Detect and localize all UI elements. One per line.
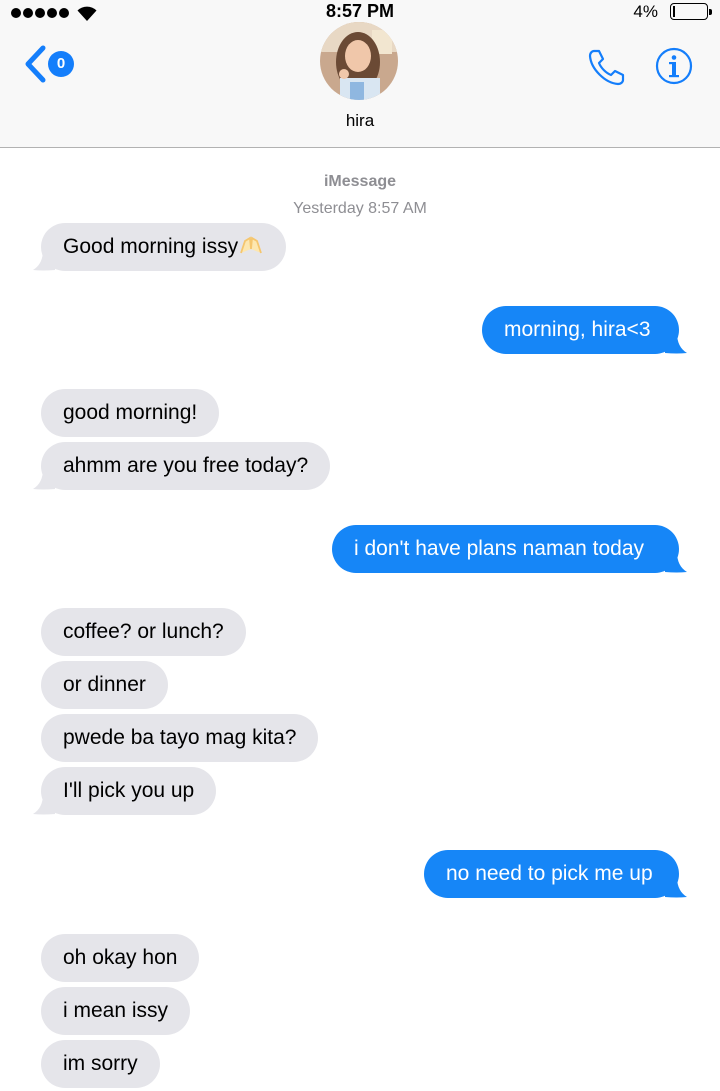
service-label: iMessage xyxy=(323,173,397,190)
message-text: coffee? or lunch? xyxy=(63,620,224,643)
message-bubble-incoming[interactable]: pwede ba tayo mag kita? xyxy=(41,714,319,762)
message-bubble-incoming[interactable]: good morning! xyxy=(41,389,220,437)
message-text: Good morning issy xyxy=(63,235,239,258)
chevron-left-icon xyxy=(25,45,46,83)
folded-hands-emoji-icon xyxy=(240,236,262,254)
message-bubble-incoming[interactable]: I'll pick you up xyxy=(41,767,217,815)
message-text: i don't have plans naman today xyxy=(354,537,645,560)
message-text: no need to pick me up xyxy=(446,862,653,885)
status-time: 8:57 PM xyxy=(325,1,395,21)
message-bubble-incoming[interactable]: ahmm are you free today? xyxy=(41,442,331,490)
phone-icon xyxy=(588,49,625,86)
call-button[interactable] xyxy=(585,45,629,89)
message-text: ahmm are you free today? xyxy=(63,454,309,477)
bubble-tail xyxy=(665,552,687,573)
message-text: im sorry xyxy=(63,1052,138,1075)
battery-percentage: 4% xyxy=(633,2,658,21)
navigation-header: 8:57 PM 4% 0 hira xyxy=(0,0,720,148)
contact-avatar[interactable] xyxy=(320,22,398,100)
bubble-tail xyxy=(33,794,55,815)
message-bubble-incoming[interactable]: i mean issy xyxy=(41,987,191,1035)
unread-count-badge: 0 xyxy=(48,51,74,77)
message-text: I'll pick you up xyxy=(63,779,195,802)
info-icon xyxy=(655,47,693,85)
message-text: i mean issy xyxy=(63,999,169,1022)
message-text: pwede ba tayo mag kita? xyxy=(63,726,297,749)
bubble-tail xyxy=(665,333,687,354)
info-button[interactable] xyxy=(654,46,694,86)
message-text: morning, hira<3 xyxy=(504,318,651,341)
message-text: oh okay hon xyxy=(63,946,178,969)
message-bubble-outgoing[interactable]: morning, hira<3 xyxy=(482,306,679,354)
avatar-image xyxy=(320,22,398,100)
message-bubble-incoming[interactable]: im sorry xyxy=(41,1040,160,1088)
message-text: good morning! xyxy=(63,401,198,424)
message-bubble-outgoing[interactable]: no need to pick me up xyxy=(424,850,679,898)
message-bubble-outgoing[interactable]: i don't have plans naman today xyxy=(332,525,679,573)
message-bubble-incoming[interactable]: or dinner xyxy=(41,661,168,709)
contact-name[interactable]: hira xyxy=(0,111,720,131)
battery-icon xyxy=(670,3,712,20)
message-timestamp: Yesterday 8:57 AM xyxy=(293,200,427,217)
message-bubble-incoming[interactable]: coffee? or lunch? xyxy=(41,608,246,656)
message-bubble-incoming[interactable]: Good morning issy xyxy=(41,223,287,271)
bubble-tail xyxy=(33,250,55,271)
message-bubble-incoming[interactable]: oh okay hon xyxy=(41,934,200,982)
bubble-tail xyxy=(665,877,687,898)
message-text: or dinner xyxy=(63,673,146,696)
back-button[interactable]: 0 xyxy=(22,43,82,87)
bubble-tail xyxy=(33,469,55,490)
